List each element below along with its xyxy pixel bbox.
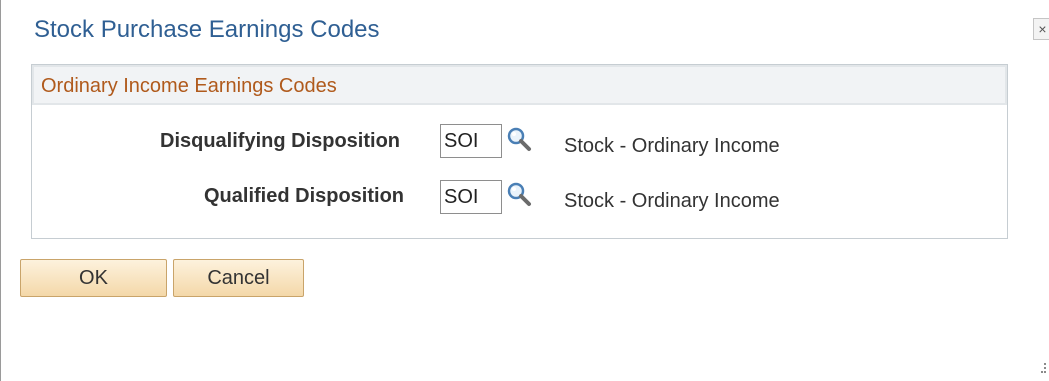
modal-title: Stock Purchase Earnings Codes (34, 16, 380, 43)
cancel-button[interactable]: Cancel (173, 259, 304, 297)
close-icon[interactable]: × (1033, 18, 1049, 40)
modal-title-bar: Stock Purchase Earnings Codes × (2, 0, 1049, 60)
disqualifying-lookup-icon[interactable] (505, 125, 533, 153)
qualified-description: Stock - Ordinary Income (564, 190, 780, 212)
disqualifying-description: Stock - Ordinary Income (564, 135, 780, 157)
group-box-header: Ordinary Income Earnings Codes (32, 65, 1007, 105)
qualified-disposition-input[interactable] (440, 180, 502, 214)
resize-grip-icon[interactable] (1041, 362, 1047, 374)
qualified-disposition-label: Qualified Disposition (204, 185, 405, 207)
disqualifying-disposition-label: Disqualifying Disposition (160, 130, 401, 152)
disqualifying-disposition-input[interactable] (440, 124, 502, 158)
group-box-title: Ordinary Income Earnings Codes (41, 75, 337, 97)
ok-button[interactable]: OK (20, 259, 167, 297)
modal-dialog: Stock Purchase Earnings Codes × Ordinary… (0, 0, 1049, 381)
qualified-lookup-icon[interactable] (505, 180, 533, 208)
